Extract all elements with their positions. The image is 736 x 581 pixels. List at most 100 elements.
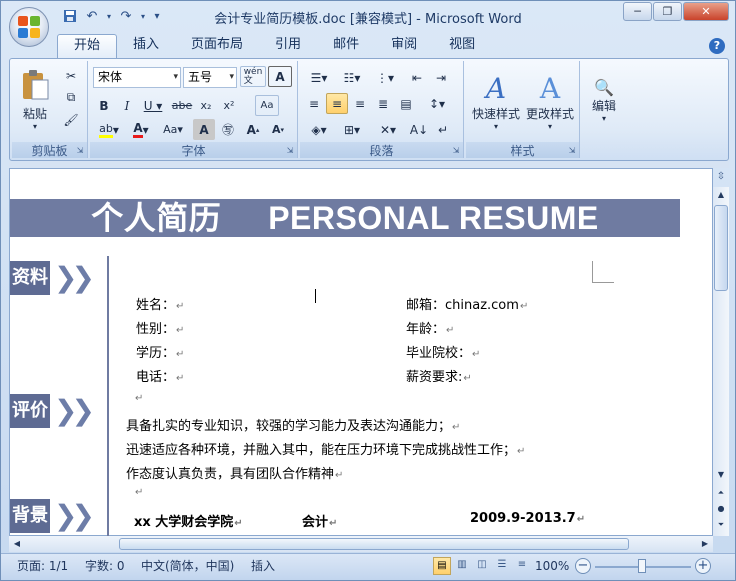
cut-icon[interactable]: ✂ xyxy=(60,65,82,86)
window-controls: ─ ❐ ✕ xyxy=(623,2,729,21)
close-button[interactable]: ✕ xyxy=(683,2,729,21)
shrink-font-button[interactable]: A ▾ xyxy=(266,119,290,140)
paragraph-mark-icon: ↵ xyxy=(463,373,472,384)
bullets-button[interactable]: ☰▾ xyxy=(303,67,335,88)
clipboard-launcher-icon[interactable]: ⇲ xyxy=(75,146,85,156)
format-painter-icon[interactable]: 🖌 xyxy=(60,109,82,130)
paragraph-mark-icon: ↵ xyxy=(576,514,586,525)
horizontal-scrollbar[interactable]: ◀ ▶ xyxy=(9,536,713,552)
copy-icon[interactable]: ⧉ xyxy=(60,87,82,108)
horizontal-ruler xyxy=(9,161,729,168)
numbering-button[interactable]: ☷▾ xyxy=(336,67,368,88)
status-language[interactable]: 中文(简体，中国) xyxy=(141,557,234,575)
styles-launcher-icon[interactable]: ⇲ xyxy=(567,146,577,156)
distributed-button[interactable]: ▤ xyxy=(395,93,417,114)
help-icon[interactable]: ? xyxy=(709,38,725,54)
document-page[interactable]: 个人简历 PERSONAL RESUME 资料 ❯❯ 评价 ❯❯ 背景 ❯❯ 姓… xyxy=(9,168,713,537)
tab-page-layout[interactable]: 页面布局 xyxy=(175,34,259,58)
zoom-slider-thumb[interactable] xyxy=(638,559,646,573)
paragraph-mark-icon: ↵ xyxy=(135,487,144,498)
paste-button[interactable]: 粘贴 ▾ xyxy=(16,65,54,135)
scroll-right-icon[interactable]: ▶ xyxy=(697,536,713,552)
tab-references[interactable]: 引用 xyxy=(259,34,317,58)
quick-styles-button[interactable]: A 快速样式 ▾ xyxy=(470,65,522,137)
scroll-down-icon[interactable]: ▼ xyxy=(713,467,729,483)
sort-button[interactable]: A↓ xyxy=(408,119,430,140)
align-left-button[interactable]: ≡ xyxy=(303,93,325,114)
zoom-in-icon[interactable]: + xyxy=(695,558,711,574)
shading-button[interactable]: ◈▾ xyxy=(303,119,335,140)
char-shading-button[interactable]: A xyxy=(193,119,215,140)
decrease-indent-button[interactable]: ⇤ xyxy=(406,67,428,88)
zoom-level[interactable]: 100% xyxy=(535,557,569,575)
field-age: 年龄：↵ xyxy=(406,322,455,337)
editing-button[interactable]: 🔍 编辑 ▾ xyxy=(586,65,622,135)
justify-button[interactable]: ≣ xyxy=(372,93,394,114)
multilevel-list-button[interactable]: ⋮▾ xyxy=(369,67,401,88)
full-screen-reading-icon[interactable]: ▥ xyxy=(453,557,471,575)
char-border-button[interactable]: A xyxy=(268,66,292,87)
tab-mailings[interactable]: 邮件 xyxy=(317,34,375,58)
evaluation-line-1: 具备扎实的专业知识，较强的学习能力及表达沟通能力；↵ xyxy=(126,419,461,434)
bold-button[interactable]: B xyxy=(93,95,115,116)
editing-group: 🔍 编辑 ▾ xyxy=(584,61,624,158)
horizontal-scroll-thumb[interactable] xyxy=(119,538,629,550)
margin-corner-mark xyxy=(592,261,614,283)
line-spacing-button[interactable]: ↕▾ xyxy=(422,93,452,114)
subscript-button[interactable]: x₂ xyxy=(195,95,217,116)
tab-view[interactable]: 视图 xyxy=(433,34,491,58)
quick-styles-icon: A xyxy=(485,71,507,105)
change-styles-button[interactable]: A 更改样式 ▾ xyxy=(524,65,576,137)
font-launcher-icon[interactable]: ⇲ xyxy=(285,146,295,156)
draft-view-icon[interactable]: ≡ xyxy=(513,557,531,575)
phonetic-guide-button[interactable]: wén 文 xyxy=(240,66,266,87)
paragraph-mark-icon: ↵ xyxy=(517,446,526,457)
zoom-out-icon[interactable]: − xyxy=(575,558,591,574)
chinese-layout-button[interactable]: ✕▾ xyxy=(372,119,404,140)
font-name-combo[interactable]: 宋体 ▾ xyxy=(93,67,181,88)
align-right-button[interactable]: ≡ xyxy=(349,93,371,114)
paragraph-mark-icon: ↵ xyxy=(234,518,243,529)
vertical-scroll-thumb[interactable] xyxy=(714,205,728,291)
font-color-button[interactable]: A ▾ xyxy=(126,119,156,140)
paragraph-mark-icon: ↵ xyxy=(452,422,461,433)
status-words[interactable]: 字数: 0 xyxy=(85,557,125,575)
tab-insert[interactable]: 插入 xyxy=(117,34,175,58)
borders-button[interactable]: ⊞▾ xyxy=(336,119,368,140)
strikethrough-button[interactable]: abe xyxy=(170,95,194,116)
show-marks-button[interactable]: ↵ xyxy=(432,119,454,140)
print-layout-icon[interactable]: ▤ xyxy=(433,557,451,575)
font-size-combo[interactable]: 五号 ▾ xyxy=(183,67,237,88)
chevron-icon: ❯❯ xyxy=(54,499,95,532)
tab-home[interactable]: 开始 xyxy=(57,34,118,58)
view-buttons: ▤ ▥ ◫ ☰ ≡ xyxy=(433,557,531,575)
next-page-icon[interactable]: ⏷ xyxy=(713,517,729,533)
web-layout-icon[interactable]: ◫ xyxy=(473,557,491,575)
highlight-button[interactable]: ab ▾ xyxy=(93,119,125,140)
outline-view-icon[interactable]: ☰ xyxy=(493,557,511,575)
paragraph-mark-icon: ↵ xyxy=(446,325,455,336)
clear-format-button[interactable]: Aa xyxy=(255,95,279,116)
underline-button[interactable]: U ▾ xyxy=(139,95,167,116)
align-center-button[interactable]: ≡ xyxy=(326,93,348,114)
paragraph-launcher-icon[interactable]: ⇲ xyxy=(451,146,461,156)
italic-button[interactable]: I xyxy=(116,95,138,116)
prev-page-icon[interactable]: ⏶ xyxy=(713,485,729,501)
vertical-scrollbar[interactable]: ▲ ▼ ⏶ ● ⏷ xyxy=(713,187,729,536)
increase-indent-button[interactable]: ⇥ xyxy=(430,67,452,88)
browse-object-icon[interactable]: ● xyxy=(713,501,729,517)
grow-font-button[interactable]: A ▴ xyxy=(241,119,265,140)
font-group: 宋体 ▾ 五号 ▾ wén 文 A B I U ▾ abe x₂ x² Aa ab ▾… xyxy=(90,61,298,158)
minimize-button[interactable]: ─ xyxy=(623,2,652,21)
status-insert-mode[interactable]: 插入 xyxy=(251,557,275,575)
change-case-button[interactable]: Aa▾ xyxy=(158,119,188,140)
superscript-button[interactable]: x² xyxy=(218,95,240,116)
split-box-icon[interactable]: ⇳ xyxy=(713,171,729,185)
scroll-up-icon[interactable]: ▲ xyxy=(713,187,729,203)
scroll-left-icon[interactable]: ◀ xyxy=(9,536,25,552)
maximize-button[interactable]: ❐ xyxy=(653,2,682,21)
enclose-char-button[interactable]: ㊢ xyxy=(217,119,239,140)
office-button[interactable] xyxy=(9,7,49,47)
tab-review[interactable]: 审阅 xyxy=(375,34,433,58)
status-page[interactable]: 页面: 1/1 xyxy=(17,557,68,575)
